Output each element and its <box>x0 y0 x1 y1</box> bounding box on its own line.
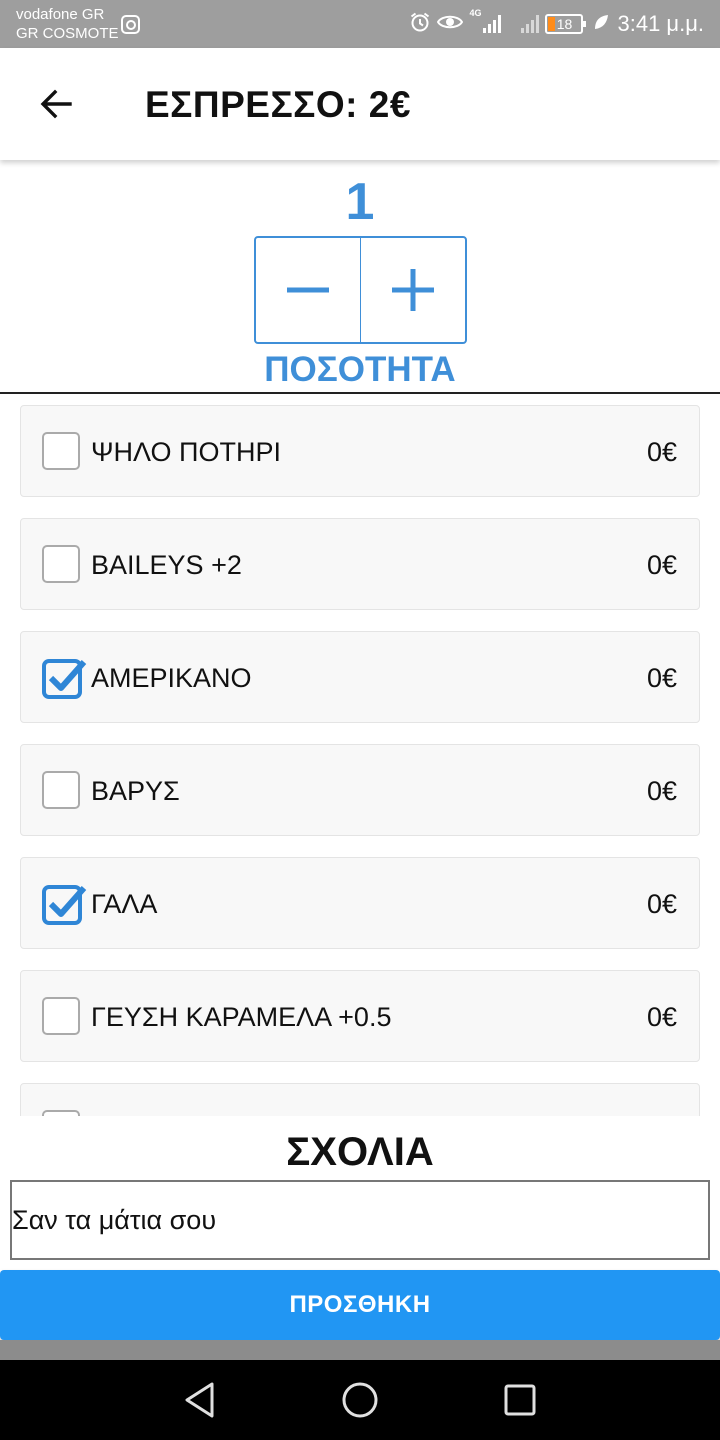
carrier-primary: vodafone GR <box>16 6 105 23</box>
comments-input[interactable] <box>10 1180 710 1260</box>
add-button[interactable]: ΠΡΟΣΘΗΚΗ <box>0 1270 720 1340</box>
checkbox[interactable] <box>42 771 80 809</box>
quantity-value: 1 <box>345 173 375 231</box>
option-label: ΨΗΛΟ ΠΟΤΗΡΙ <box>91 437 282 467</box>
option-label: ΒΑΡΥΣ <box>91 776 180 806</box>
battery-level: 18 <box>556 16 573 32</box>
quantity-label: ΠΟΣΟΤΗΤΑ <box>264 350 456 389</box>
option-price: 0€ <box>646 1002 677 1032</box>
option-price: 0€ <box>646 889 677 919</box>
back-button[interactable] <box>28 76 84 132</box>
nav-recents-button[interactable] <box>498 1378 542 1422</box>
option-item[interactable]: BAILEYS +2 0€ <box>20 518 700 610</box>
status-indicators: 4G 18 3:41 μ.μ. <box>409 8 704 40</box>
nav-home-button[interactable] <box>338 1378 382 1422</box>
status-bar: vodafone GR GR COSMOTE 4G 18 3:41 μ.μ. <box>0 0 720 48</box>
app-bar: ΕΣΠΡΕΣΣΟ: 2€ <box>0 48 720 160</box>
carrier-secondary: GR COSMOTE <box>16 25 119 42</box>
checkbox-checked[interactable] <box>42 884 87 925</box>
minus-icon <box>287 287 329 293</box>
leaf-icon <box>593 13 609 35</box>
plus-icon <box>392 269 434 311</box>
option-item[interactable]: ΒΑΡΥΣ 0€ <box>20 744 700 836</box>
arrow-left-icon <box>40 89 72 119</box>
nav-back-button[interactable] <box>178 1378 222 1422</box>
option-label: ΓΑΛΑ <box>91 889 158 919</box>
network-type: 4G <box>469 8 482 18</box>
battery-icon: 18 <box>545 14 587 34</box>
decrement-button[interactable] <box>256 238 360 342</box>
option-price: 0€ <box>646 437 677 467</box>
square-recents-icon <box>504 1384 536 1416</box>
option-item[interactable]: ΓΑΛΑ 0€ <box>20 857 700 949</box>
option-label: BAILEYS +2 <box>91 550 242 580</box>
instagram-icon <box>121 15 140 34</box>
signal-icon <box>483 15 502 33</box>
option-item[interactable]: ΓΕΥΣΗ ΚΑΡΑΜΕΛΑ +0.5 0€ <box>20 970 700 1062</box>
bottom-strip <box>0 1340 720 1360</box>
carrier-info: vodafone GR GR COSMOTE <box>16 5 119 43</box>
options-list[interactable]: ΨΗΛΟ ΠΟΤΗΡΙ 0€ BAILEYS +2 0€ ΑΜΕΡΙΚΑΝΟ 0… <box>0 394 720 1116</box>
option-price: 0€ <box>646 550 677 580</box>
quantity-stepper <box>254 236 467 344</box>
checkbox[interactable] <box>42 1110 80 1116</box>
signal-secondary-icon <box>521 15 540 33</box>
option-price: 0€ <box>646 663 677 693</box>
option-item[interactable]: ΑΜΕΡΙΚΑΝΟ 0€ <box>20 631 700 723</box>
option-item-partial[interactable] <box>20 1083 700 1116</box>
alarm-icon <box>409 11 431 37</box>
triangle-back-icon <box>185 1382 214 1418</box>
circle-home-icon <box>342 1382 378 1418</box>
option-price: 0€ <box>646 776 677 806</box>
checkmark-icon <box>42 659 87 699</box>
page-title: ΕΣΠΡΕΣΣΟ: 2€ <box>145 84 411 125</box>
clock: 3:41 μ.μ. <box>617 11 704 36</box>
checkbox[interactable] <box>42 432 80 470</box>
checkbox[interactable] <box>42 997 80 1035</box>
option-item[interactable]: ΨΗΛΟ ΠΟΤΗΡΙ 0€ <box>20 405 700 497</box>
comments-title: ΣΧΟΛΙΑ <box>286 1130 434 1174</box>
option-label: ΑΜΕΡΙΚΑΝΟ <box>91 663 252 693</box>
checkmark-icon <box>42 885 87 925</box>
checkbox-checked[interactable] <box>42 658 87 699</box>
increment-button[interactable] <box>360 238 465 342</box>
eye-icon <box>437 12 464 36</box>
option-label: ΓΕΥΣΗ ΚΑΡΑΜΕΛΑ +0.5 <box>91 1002 392 1032</box>
checkbox[interactable] <box>42 545 80 583</box>
navigation-bar <box>0 1360 720 1440</box>
